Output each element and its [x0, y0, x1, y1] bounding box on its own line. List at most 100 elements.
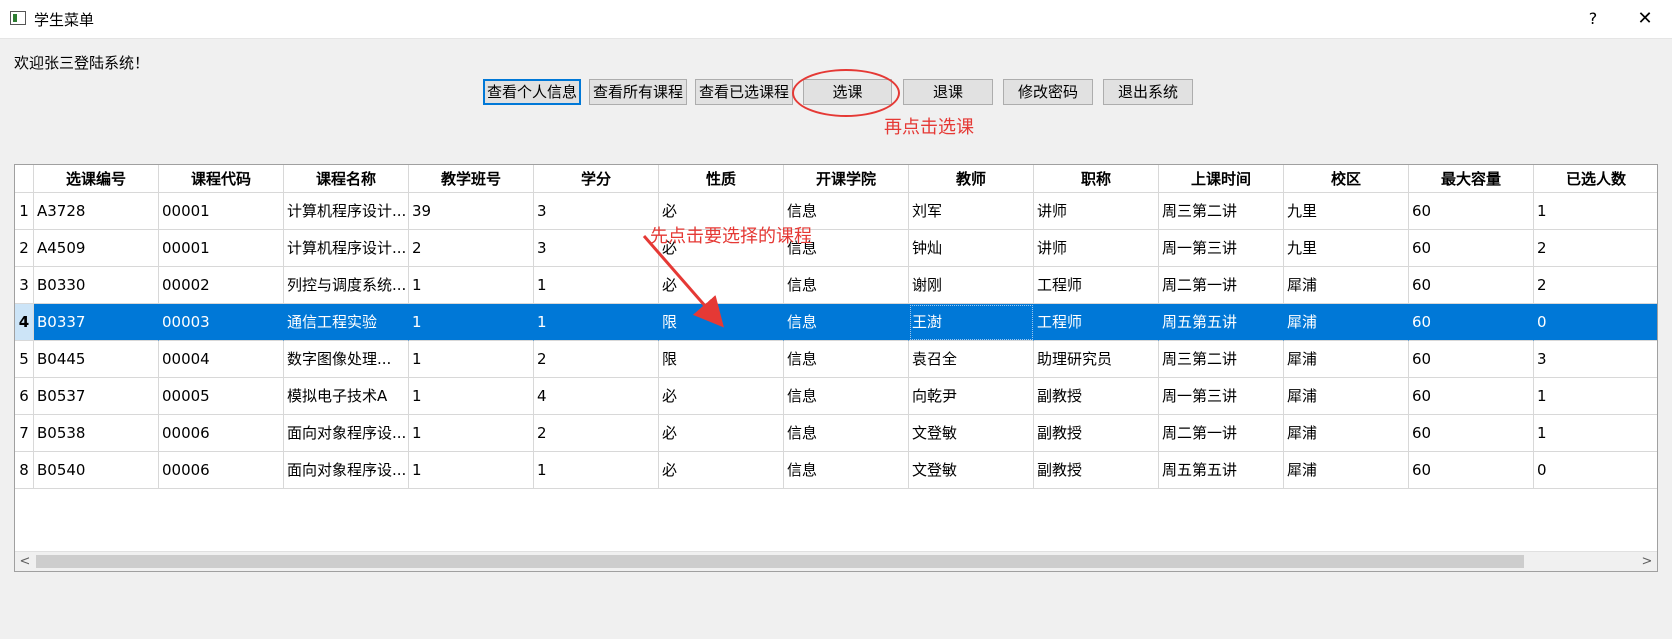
table-cell[interactable]: 00004	[159, 341, 284, 378]
table-cell[interactable]: 模拟电子技术A	[284, 378, 409, 415]
table-cell[interactable]: 周一第三讲	[1159, 230, 1284, 267]
table-cell[interactable]: 1	[534, 304, 659, 341]
table-cell[interactable]: 必	[659, 267, 784, 304]
table-cell[interactable]: B0330	[34, 267, 159, 304]
row-number[interactable]: 6	[15, 378, 34, 415]
table-cell[interactable]: 刘军	[909, 193, 1034, 230]
table-cell[interactable]: 信息	[784, 304, 909, 341]
table-cell[interactable]: 0	[1534, 304, 1657, 341]
table-cell[interactable]: 信息	[784, 378, 909, 415]
table-cell[interactable]: 60	[1409, 452, 1534, 489]
table-cell[interactable]: 60	[1409, 378, 1534, 415]
row-number[interactable]: 4	[15, 304, 34, 341]
table-cell[interactable]: 3	[1534, 341, 1657, 378]
table-cell[interactable]: 1	[409, 341, 534, 378]
drop-course-button[interactable]: 退课	[903, 79, 993, 105]
table-cell[interactable]: 2	[534, 341, 659, 378]
table-cell[interactable]: 周二第一讲	[1159, 415, 1284, 452]
column-header[interactable]: 教学班号	[409, 165, 534, 193]
table-cell[interactable]: A4509	[34, 230, 159, 267]
table-cell[interactable]: 0	[1534, 452, 1657, 489]
column-header[interactable]: 选课编号	[34, 165, 159, 193]
column-header[interactable]: 上课时间	[1159, 165, 1284, 193]
table-cell[interactable]: 60	[1409, 230, 1534, 267]
horizontal-scrollbar[interactable]: < >	[15, 551, 1657, 571]
table-cell[interactable]: 犀浦	[1284, 304, 1409, 341]
table-cell[interactable]: 4	[534, 378, 659, 415]
column-header[interactable]: 开课学院	[784, 165, 909, 193]
table-cell[interactable]: 1	[409, 378, 534, 415]
column-header[interactable]: 课程名称	[284, 165, 409, 193]
table-cell[interactable]: 限	[659, 341, 784, 378]
table-cell[interactable]: 文登敏	[909, 415, 1034, 452]
table-cell[interactable]: 信息	[784, 341, 909, 378]
scroll-right-arrow-icon[interactable]: >	[1637, 552, 1657, 571]
table-cell[interactable]: 周五第五讲	[1159, 304, 1284, 341]
table-cell[interactable]: 袁召全	[909, 341, 1034, 378]
table-cell[interactable]: B0537	[34, 378, 159, 415]
table-cell[interactable]: 1	[409, 304, 534, 341]
table-cell[interactable]: 必	[659, 415, 784, 452]
column-header[interactable]: 性质	[659, 165, 784, 193]
table-row[interactable]: 3 B0330 00002 列控与调度系统... 1 1 必信息 谢刚 工程师 周二第一讲 犀浦 60…	[15, 267, 1657, 304]
table-cell[interactable]: 列控与调度系统...	[284, 267, 409, 304]
table-cell[interactable]: 助理研究员	[1034, 341, 1159, 378]
table-cell[interactable]: 副教授	[1034, 415, 1159, 452]
table-cell[interactable]: 60	[1409, 341, 1534, 378]
table-cell[interactable]: 1	[409, 452, 534, 489]
table-row[interactable]: 8 B0540 00006 面向对象程序设... 1 1 必信息 文登敏 副教授 周五第五讲 犀浦 6…	[15, 452, 1657, 489]
table-cell[interactable]: 面向对象程序设...	[284, 415, 409, 452]
table-cell[interactable]: 犀浦	[1284, 341, 1409, 378]
table-cell[interactable]: 九里	[1284, 193, 1409, 230]
table-cell[interactable]: 周三第二讲	[1159, 193, 1284, 230]
table-cell[interactable]: 周二第一讲	[1159, 267, 1284, 304]
row-number[interactable]: 5	[15, 341, 34, 378]
table-cell[interactable]: 周三第二讲	[1159, 341, 1284, 378]
table-cell[interactable]: 1	[409, 415, 534, 452]
table-cell[interactable]: 1	[534, 267, 659, 304]
table-cell[interactable]: 00002	[159, 267, 284, 304]
exit-system-button[interactable]: 退出系统	[1103, 79, 1193, 105]
table-row[interactable]: 5 B0445 00004 数字图像处理... 1 2 限信息 袁召全 助理研究员 周三第二讲 犀浦…	[15, 341, 1657, 378]
table-cell[interactable]: 00006	[159, 415, 284, 452]
table-cell[interactable]: B0538	[34, 415, 159, 452]
row-number[interactable]: 8	[15, 452, 34, 489]
table-row[interactable]: 1 A3728 00001 计算机程序设计... 39 3 必信息 刘军 讲师 周三第二讲 九里 60…	[15, 193, 1657, 230]
table-cell[interactable]: 1	[534, 452, 659, 489]
table-cell[interactable]: 犀浦	[1284, 415, 1409, 452]
row-number[interactable]: 3	[15, 267, 34, 304]
table-cell[interactable]: 2	[534, 415, 659, 452]
table-cell[interactable]: 00006	[159, 452, 284, 489]
table-cell[interactable]: 00003	[159, 304, 284, 341]
column-header[interactable]: 教师	[909, 165, 1034, 193]
column-header[interactable]: 校区	[1284, 165, 1409, 193]
table-cell[interactable]: B0445	[34, 341, 159, 378]
table-cell[interactable]: 60	[1409, 415, 1534, 452]
table-cell[interactable]: 信息	[784, 415, 909, 452]
column-header[interactable]: 学分	[534, 165, 659, 193]
column-header[interactable]: 最大容量	[1409, 165, 1534, 193]
table-cell[interactable]: B0540	[34, 452, 159, 489]
table-cell[interactable]: 00001	[159, 230, 284, 267]
row-number[interactable]: 7	[15, 415, 34, 452]
table-cell[interactable]: 1	[1534, 378, 1657, 415]
table-cell[interactable]: 周一第三讲	[1159, 378, 1284, 415]
table-cell[interactable]: 谢刚	[909, 267, 1034, 304]
table-cell[interactable]: 九里	[1284, 230, 1409, 267]
scroll-thumb[interactable]	[36, 555, 1524, 568]
table-cell[interactable]: 工程师	[1034, 304, 1159, 341]
table-cell[interactable]: 60	[1409, 193, 1534, 230]
table-cell[interactable]: 向乾尹	[909, 378, 1034, 415]
view-personal-info-button[interactable]: 查看个人信息	[483, 79, 581, 105]
table-cell[interactable]: 数字图像处理...	[284, 341, 409, 378]
scroll-left-arrow-icon[interactable]: <	[15, 552, 35, 571]
table-cell[interactable]: 1	[1534, 193, 1657, 230]
table-cell[interactable]: 60	[1409, 267, 1534, 304]
row-number[interactable]: 1	[15, 193, 34, 230]
table-cell[interactable]: 讲师	[1034, 230, 1159, 267]
help-button[interactable]: ?	[1578, 6, 1608, 32]
view-selected-courses-button[interactable]: 查看已选课程	[695, 79, 793, 105]
column-header[interactable]: 职称	[1034, 165, 1159, 193]
table-cell[interactable]: 犀浦	[1284, 267, 1409, 304]
table-cell[interactable]: 周五第五讲	[1159, 452, 1284, 489]
